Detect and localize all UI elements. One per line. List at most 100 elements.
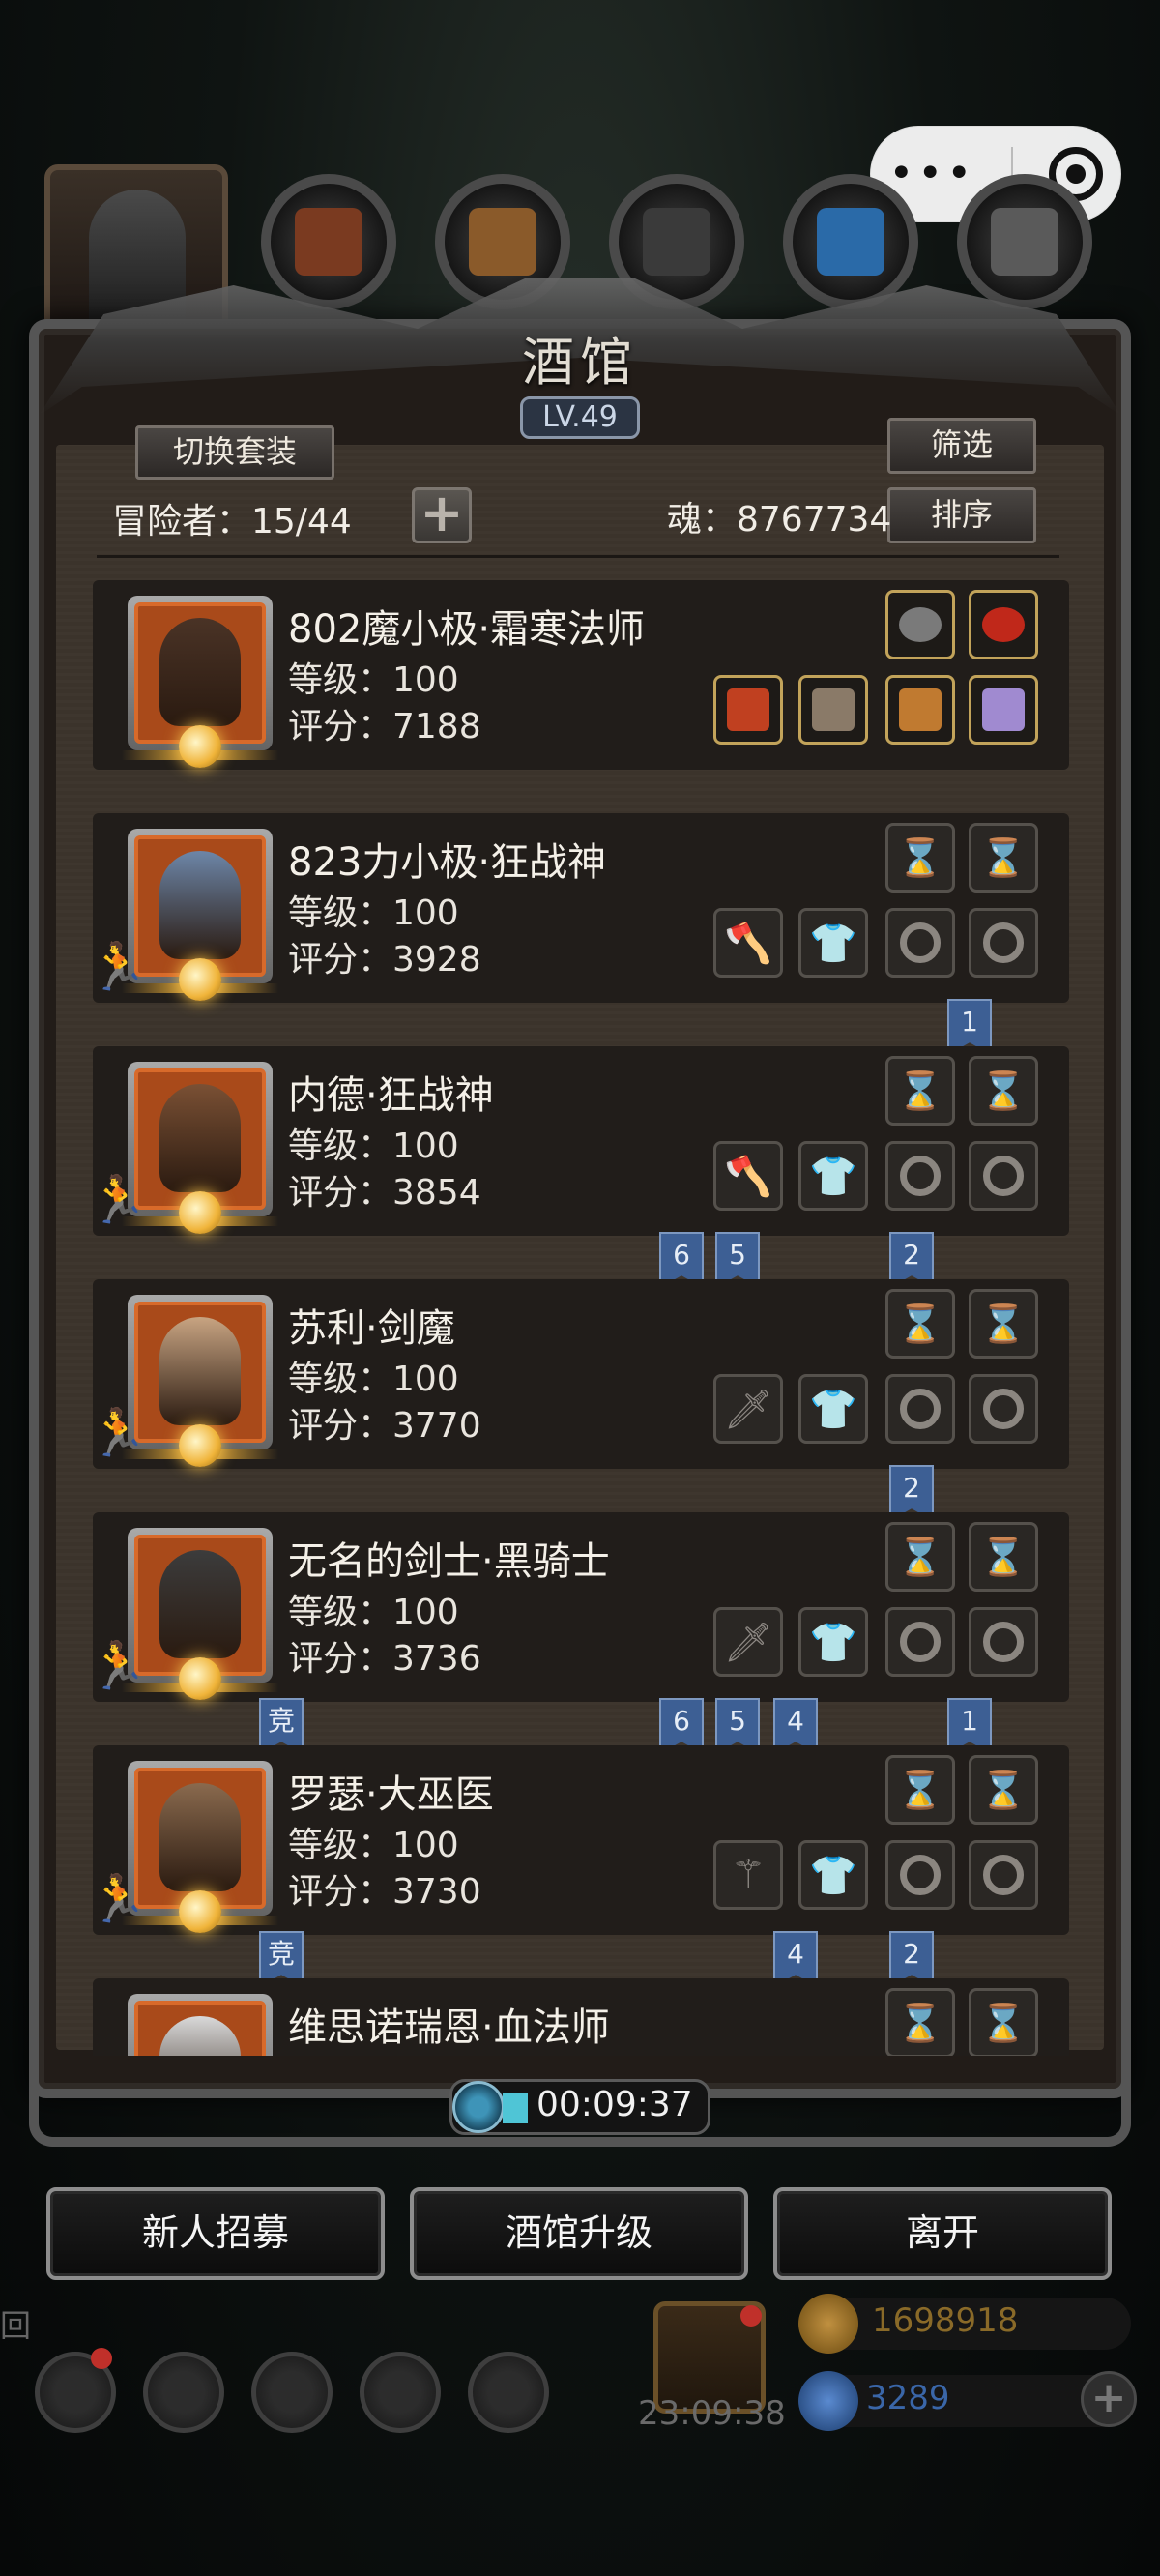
hero-row[interactable]: 🏃 罗瑟·大巫医 等级：100 评分：3730 ⌛ ⌛ ⚚ 👕 竞 4 2: [93, 1742, 1069, 1987]
tab-crystal[interactable]: [783, 174, 918, 309]
expedition-runner-icon: 🏃: [93, 1639, 147, 1693]
portrait-frame: [134, 2001, 266, 2056]
hero-level: 等级：100: [288, 660, 459, 700]
empty-accessory-slot[interactable]: ⌛: [885, 1289, 955, 1359]
empty-accessory-slot[interactable]: ⌛: [969, 1522, 1038, 1592]
equipped-slot[interactable]: [969, 590, 1038, 659]
amulet-icon: [899, 688, 942, 731]
hero-row[interactable]: 🏃 823力小极·狂战神 等级：100 评分：3928 ⌛ ⌛ 🪓 👕 1: [93, 809, 1069, 1055]
add-currency-button[interactable]: +: [1081, 2371, 1137, 2427]
axe-icon: 🪓: [724, 1154, 772, 1199]
upgrade-tavern-button[interactable]: 酒馆升级: [410, 2187, 748, 2280]
equipped-slot[interactable]: [885, 675, 955, 745]
ring-slot[interactable]: [885, 1607, 955, 1677]
empty-slot-icon: ⌛: [897, 1068, 943, 1112]
armor-slot[interactable]: 👕: [798, 1840, 868, 1910]
gift-notification-dot: [740, 2305, 762, 2327]
hero-row[interactable]: 🏃 无名的剑士·黑骑士 等级：100 评分：3736 ⌛ ⌛ 🗡 👕 竞 6 5 4 1: [93, 1508, 1069, 1754]
armor-icon: 👕: [809, 1154, 857, 1199]
armor-slot[interactable]: 👕: [798, 1374, 868, 1444]
sort-button[interactable]: 排序: [887, 487, 1036, 543]
add-slot-button[interactable]: +: [412, 487, 472, 543]
tome-icon: [982, 688, 1025, 731]
hero-level: 等级：100: [288, 1593, 459, 1632]
armor-slot[interactable]: 👕: [798, 908, 868, 978]
empty-slot-icon: ⌛: [897, 1535, 943, 1578]
empty-accessory-slot[interactable]: ⌛: [969, 1988, 1038, 2056]
empty-accessory-slot[interactable]: ⌛: [969, 1755, 1038, 1825]
tab-weapon-shield[interactable]: [261, 174, 396, 309]
weapon-slot[interactable]: 🪓: [713, 1141, 783, 1211]
moon-badge-icon: [179, 1657, 221, 1700]
portrait-frame: [134, 1068, 266, 1210]
moon-badge-icon: [179, 1191, 221, 1234]
empty-slot-icon: ⌛: [897, 2001, 943, 2044]
soul-count: 魂：8767734: [667, 500, 892, 540]
hero-row[interactable]: 🏃维思诺瑞恩·血法师⌛⌛⚚👕: [93, 1975, 1069, 2056]
hero-portrait[interactable]: [122, 1295, 278, 1467]
empty-slot-icon: ⌛: [897, 1302, 943, 1345]
empty-accessory-slot[interactable]: ⌛: [885, 1755, 955, 1825]
ring-slot[interactable]: [969, 1607, 1038, 1677]
hero-level: 等级：100: [288, 1826, 459, 1865]
tab-anvil[interactable]: [957, 174, 1092, 309]
ring-slot[interactable]: [885, 1374, 955, 1444]
equipped-slot[interactable]: [885, 590, 955, 659]
expedition-runner-icon: 🏃: [93, 1872, 147, 1926]
portrait-frame: [134, 835, 266, 977]
empty-accessory-slot[interactable]: ⌛: [885, 1056, 955, 1126]
armor-slot[interactable]: 👕: [798, 1141, 868, 1211]
weapon-slot[interactable]: 🗡: [713, 1607, 783, 1677]
leave-button[interactable]: 离开: [773, 2187, 1112, 2280]
moon-badge-icon: [179, 1424, 221, 1467]
hero-name: 维思诺瑞恩·血法师: [288, 2005, 610, 2050]
empty-accessory-slot[interactable]: ⌛: [885, 823, 955, 893]
empty-accessory-slot[interactable]: ⌛: [969, 1289, 1038, 1359]
empty-accessory-slot[interactable]: ⌛: [885, 1988, 955, 2056]
anvil-icon: [991, 208, 1058, 276]
ring-slot[interactable]: [969, 908, 1038, 978]
switch-outfit-button[interactable]: 切换套装: [135, 425, 334, 480]
mail-menu-icon[interactable]: [360, 2352, 441, 2433]
ring-slot[interactable]: [885, 1840, 955, 1910]
recruit-button[interactable]: 新人招募: [46, 2187, 385, 2280]
hero-portrait[interactable]: [128, 1994, 273, 2056]
weapon-slot[interactable]: 🪓: [713, 908, 783, 978]
ring-slot[interactable]: [969, 1141, 1038, 1211]
weapon-slot[interactable]: 🗡: [713, 1374, 783, 1444]
ring-slot[interactable]: [969, 1374, 1038, 1444]
scroll-icon: [469, 208, 536, 276]
empty-accessory-slot[interactable]: ⌛: [969, 823, 1038, 893]
hero-portrait[interactable]: [122, 829, 278, 1001]
blue-gem-icon: [798, 2371, 858, 2431]
armor-slot[interactable]: 👕: [798, 1607, 868, 1677]
ring-slot[interactable]: [885, 1141, 955, 1211]
equipped-slot[interactable]: [969, 675, 1038, 745]
armor-icon: 👕: [809, 1387, 857, 1432]
hero-row[interactable]: 🏃 苏利·剑魔 等级：100 评分：3770 ⌛ ⌛ 🗡 👕 2: [93, 1275, 1069, 1521]
hero-list[interactable]: 802魔小极·霜寒法师 等级：100 评分：7188 🏃 823力小极·狂战神 等级：10…: [93, 576, 1069, 2056]
hero-portrait[interactable]: [122, 1761, 278, 1933]
hero-row[interactable]: 802魔小极·霜寒法师 等级：100 评分：7188: [93, 576, 1069, 770]
empty-slot-icon: ⌛: [897, 835, 943, 879]
weapon-slot[interactable]: ⚚: [713, 1840, 783, 1910]
ring-slot[interactable]: [969, 1840, 1038, 1910]
star-menu-icon[interactable]: [143, 2352, 224, 2433]
hero-name: 内德·狂战神: [288, 1073, 494, 1118]
hero-portrait[interactable]: [122, 1528, 278, 1700]
empty-accessory-slot[interactable]: ⌛: [885, 1522, 955, 1592]
empty-slot-icon: ⌛: [980, 835, 1027, 879]
empty-accessory-slot[interactable]: ⌛: [969, 1056, 1038, 1126]
hero-row[interactable]: 🏃 内德·狂战神 等级：100 评分：3854 ⌛ ⌛ 🪓 👕 6 5 2: [93, 1042, 1069, 1288]
equipped-slot[interactable]: [713, 675, 783, 745]
hero-portrait[interactable]: [122, 1062, 278, 1234]
expedition-runner-icon: 🏃: [93, 1406, 147, 1460]
hero-portrait[interactable]: [122, 596, 278, 768]
map-menu-icon[interactable]: [468, 2352, 549, 2433]
ring-icon: [983, 1622, 1024, 1662]
guild-menu-icon[interactable]: [251, 2352, 333, 2433]
armor-icon: 👕: [809, 921, 857, 966]
equipped-slot[interactable]: [798, 675, 868, 745]
ring-slot[interactable]: [885, 908, 955, 978]
filter-button[interactable]: 筛选: [887, 418, 1036, 474]
